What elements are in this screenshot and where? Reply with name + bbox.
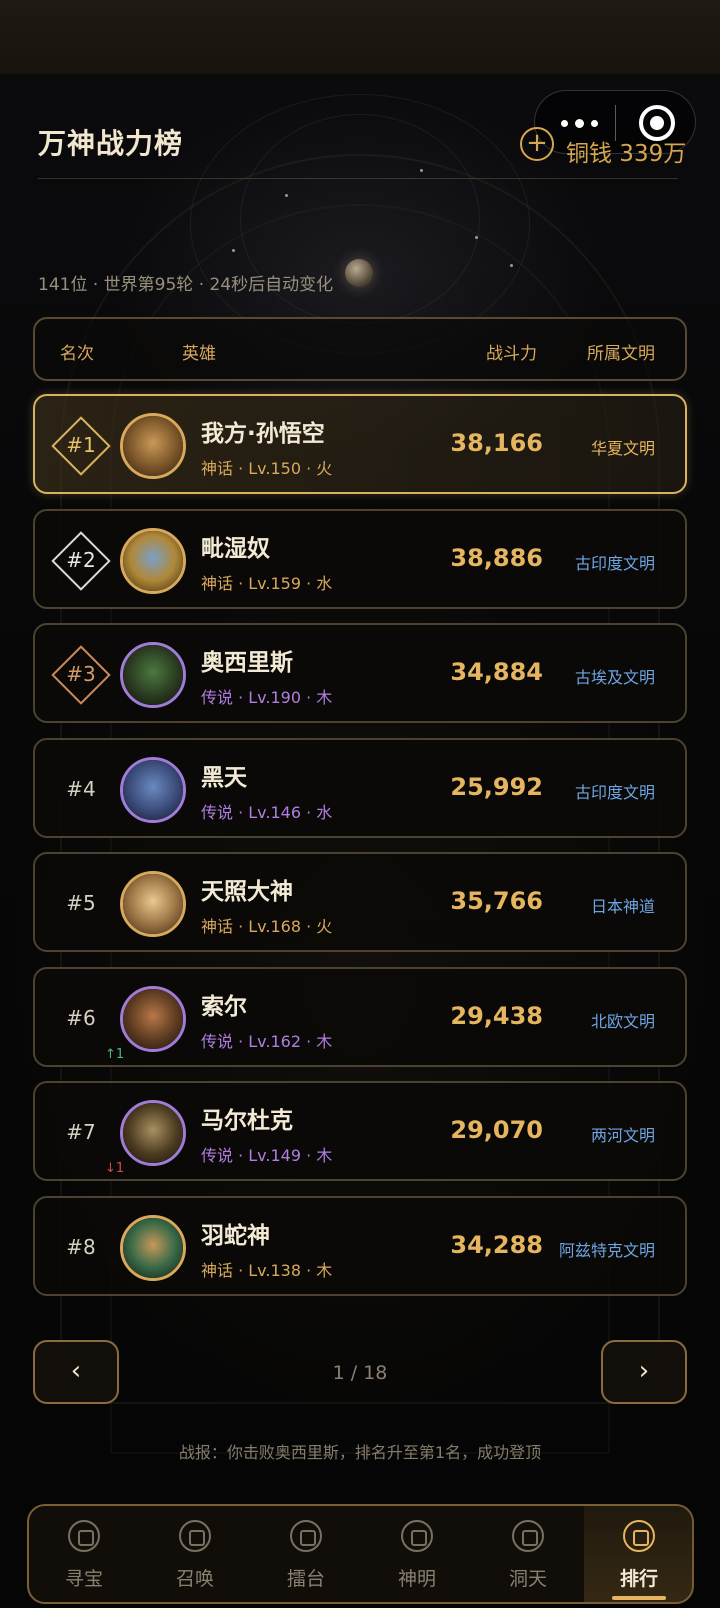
ranking-icon: [623, 1520, 655, 1552]
tab-gods[interactable]: 神明: [362, 1506, 472, 1602]
tab-ranking[interactable]: 排行: [584, 1506, 694, 1602]
tab-treasure[interactable]: 寻宝: [29, 1506, 139, 1602]
table-row[interactable]: #7 马尔杜克 传说 · Lv.149 · 木 29,070 两河文明 ↓1: [33, 1081, 687, 1181]
hero-meta: 神话 · Lv.150 · 火: [201, 459, 333, 478]
page-title: 万神战力榜: [38, 127, 184, 160]
tab-summon[interactable]: 召唤: [140, 1506, 250, 1602]
hero-civ: 两河文明: [590, 1126, 655, 1145]
hero-civ: 古埃及文明: [574, 668, 655, 687]
table-row[interactable]: #2 毗湿奴 神话 · Lv.159 · 水 38,886 古印度文明: [33, 509, 687, 609]
hero-power: 34,288: [450, 1231, 543, 1259]
more-icon[interactable]: [557, 111, 605, 135]
tab-arena[interactable]: 擂台: [251, 1506, 361, 1602]
battle-report: 战报：你击败奥西里斯，排名升至第1名，成功登顶: [178, 1443, 542, 1462]
hero-name: 羽蛇神: [201, 1223, 270, 1249]
tab-label: 排行: [619, 1568, 658, 1590]
bottom-tab-bar: 寻宝 召唤 擂台 神明 洞天 排行: [27, 1504, 694, 1604]
tab-label: 擂台: [286, 1568, 325, 1590]
avatar: [120, 413, 186, 479]
page-indicator: 1 / 18: [332, 1362, 388, 1384]
avatar: [120, 871, 186, 937]
active-tab-indicator: [612, 1596, 666, 1600]
ranking-info: 141位 · 世界第95轮 · 24秒后自动变化: [38, 275, 334, 295]
hero-meta: 传说 · Lv.162 · 木: [201, 1032, 333, 1051]
avatar: [120, 642, 186, 708]
rank-number: #8: [66, 1235, 96, 1259]
avatar: [120, 1100, 186, 1166]
hero-power: 35,766: [450, 887, 543, 915]
add-currency-button[interactable]: +: [520, 127, 554, 161]
prev-page-button[interactable]: ‹: [33, 1340, 119, 1404]
table-row[interactable]: #6 索尔 传说 · Lv.162 · 木 29,438 北欧文明 ↑1: [33, 967, 687, 1067]
hero-meta: 神话 · Lv.159 · 水: [201, 574, 333, 593]
column-power: 战斗力: [486, 344, 537, 364]
hero-name: 索尔: [201, 994, 247, 1020]
divider: [38, 178, 678, 179]
hero-power: 34,884: [450, 658, 543, 686]
hero-name: 黑天: [201, 765, 247, 791]
hero-civ: 华夏文明: [590, 439, 655, 458]
tab-label: 洞天: [508, 1568, 547, 1590]
avatar: [120, 986, 186, 1052]
next-page-button[interactable]: ›: [601, 1340, 687, 1404]
arena-icon: [290, 1520, 322, 1552]
rank-number: #5: [66, 891, 96, 915]
column-hero: 英雄: [182, 344, 216, 364]
avatar: [120, 757, 186, 823]
table-row[interactable]: #4 黑天 传说 · Lv.146 · 水 25,992 古印度文明: [33, 738, 687, 838]
hero-meta: 传说 · Lv.190 · 木: [201, 688, 333, 707]
hero-name: 我方·孙悟空: [201, 421, 325, 447]
tab-label: 寻宝: [64, 1568, 103, 1590]
hero-civ: 阿兹特克文明: [558, 1241, 655, 1260]
tab-label: 召唤: [175, 1568, 214, 1590]
rank-change-down: ↓1: [105, 1161, 125, 1176]
hero-power: 25,992: [450, 773, 543, 801]
avatar: [120, 528, 186, 594]
rank-number: #6: [66, 1006, 96, 1030]
hero-civ: 古印度文明: [574, 783, 655, 802]
treasure-icon: [68, 1520, 100, 1552]
avatar: [120, 1215, 186, 1281]
orb-decoration: [345, 259, 373, 287]
tab-label: 神明: [397, 1568, 436, 1590]
rank-number: #3: [66, 662, 96, 686]
hero-name: 天照大神: [201, 879, 293, 905]
column-civ: 所属文明: [587, 344, 655, 364]
hero-meta: 神话 · Lv.168 · 火: [201, 917, 333, 936]
hero-power: 29,438: [450, 1002, 543, 1030]
hero-meta: 传说 · Lv.146 · 水: [201, 803, 333, 822]
column-rank: 名次: [60, 344, 94, 364]
hero-name: 毗湿奴: [201, 536, 270, 562]
hero-name: 马尔杜克: [201, 1108, 293, 1134]
hero-civ: 日本神道: [590, 897, 655, 916]
table-header: 名次 英雄 战斗力 所属文明: [33, 317, 687, 381]
table-row[interactable]: #8 羽蛇神 神话 · Lv.138 · 木 34,288 阿兹特克文明: [33, 1196, 687, 1296]
summon-icon: [179, 1520, 211, 1552]
rank-number: #7: [66, 1120, 96, 1144]
hero-civ: 北欧文明: [590, 1012, 655, 1031]
status-bar: [0, 0, 720, 74]
hero-power: 38,166: [450, 429, 543, 457]
cave-icon: [512, 1520, 544, 1552]
currency-balance: 铜钱 339万: [566, 141, 687, 167]
table-row[interactable]: #1 我方·孙悟空 神话 · Lv.150 · 火 38,166 华夏文明: [33, 394, 687, 494]
hero-meta: 传说 · Lv.149 · 木: [201, 1146, 333, 1165]
rank-number: #2: [66, 548, 96, 572]
hero-power: 38,886: [450, 544, 543, 572]
hero-civ: 古印度文明: [574, 554, 655, 573]
gods-icon: [401, 1520, 433, 1552]
rank-number: #4: [66, 777, 96, 801]
table-row[interactable]: #5 天照大神 神话 · Lv.168 · 火 35,766 日本神道: [33, 852, 687, 952]
hero-name: 奥西里斯: [201, 650, 293, 676]
hero-meta: 神话 · Lv.138 · 木: [201, 1261, 333, 1280]
tab-cave[interactable]: 洞天: [473, 1506, 583, 1602]
rank-change-up: ↑1: [105, 1047, 125, 1062]
table-row[interactable]: #3 奥西里斯 传说 · Lv.190 · 木 34,884 古埃及文明: [33, 623, 687, 723]
hero-power: 29,070: [450, 1116, 543, 1144]
rank-number: #1: [66, 433, 96, 457]
